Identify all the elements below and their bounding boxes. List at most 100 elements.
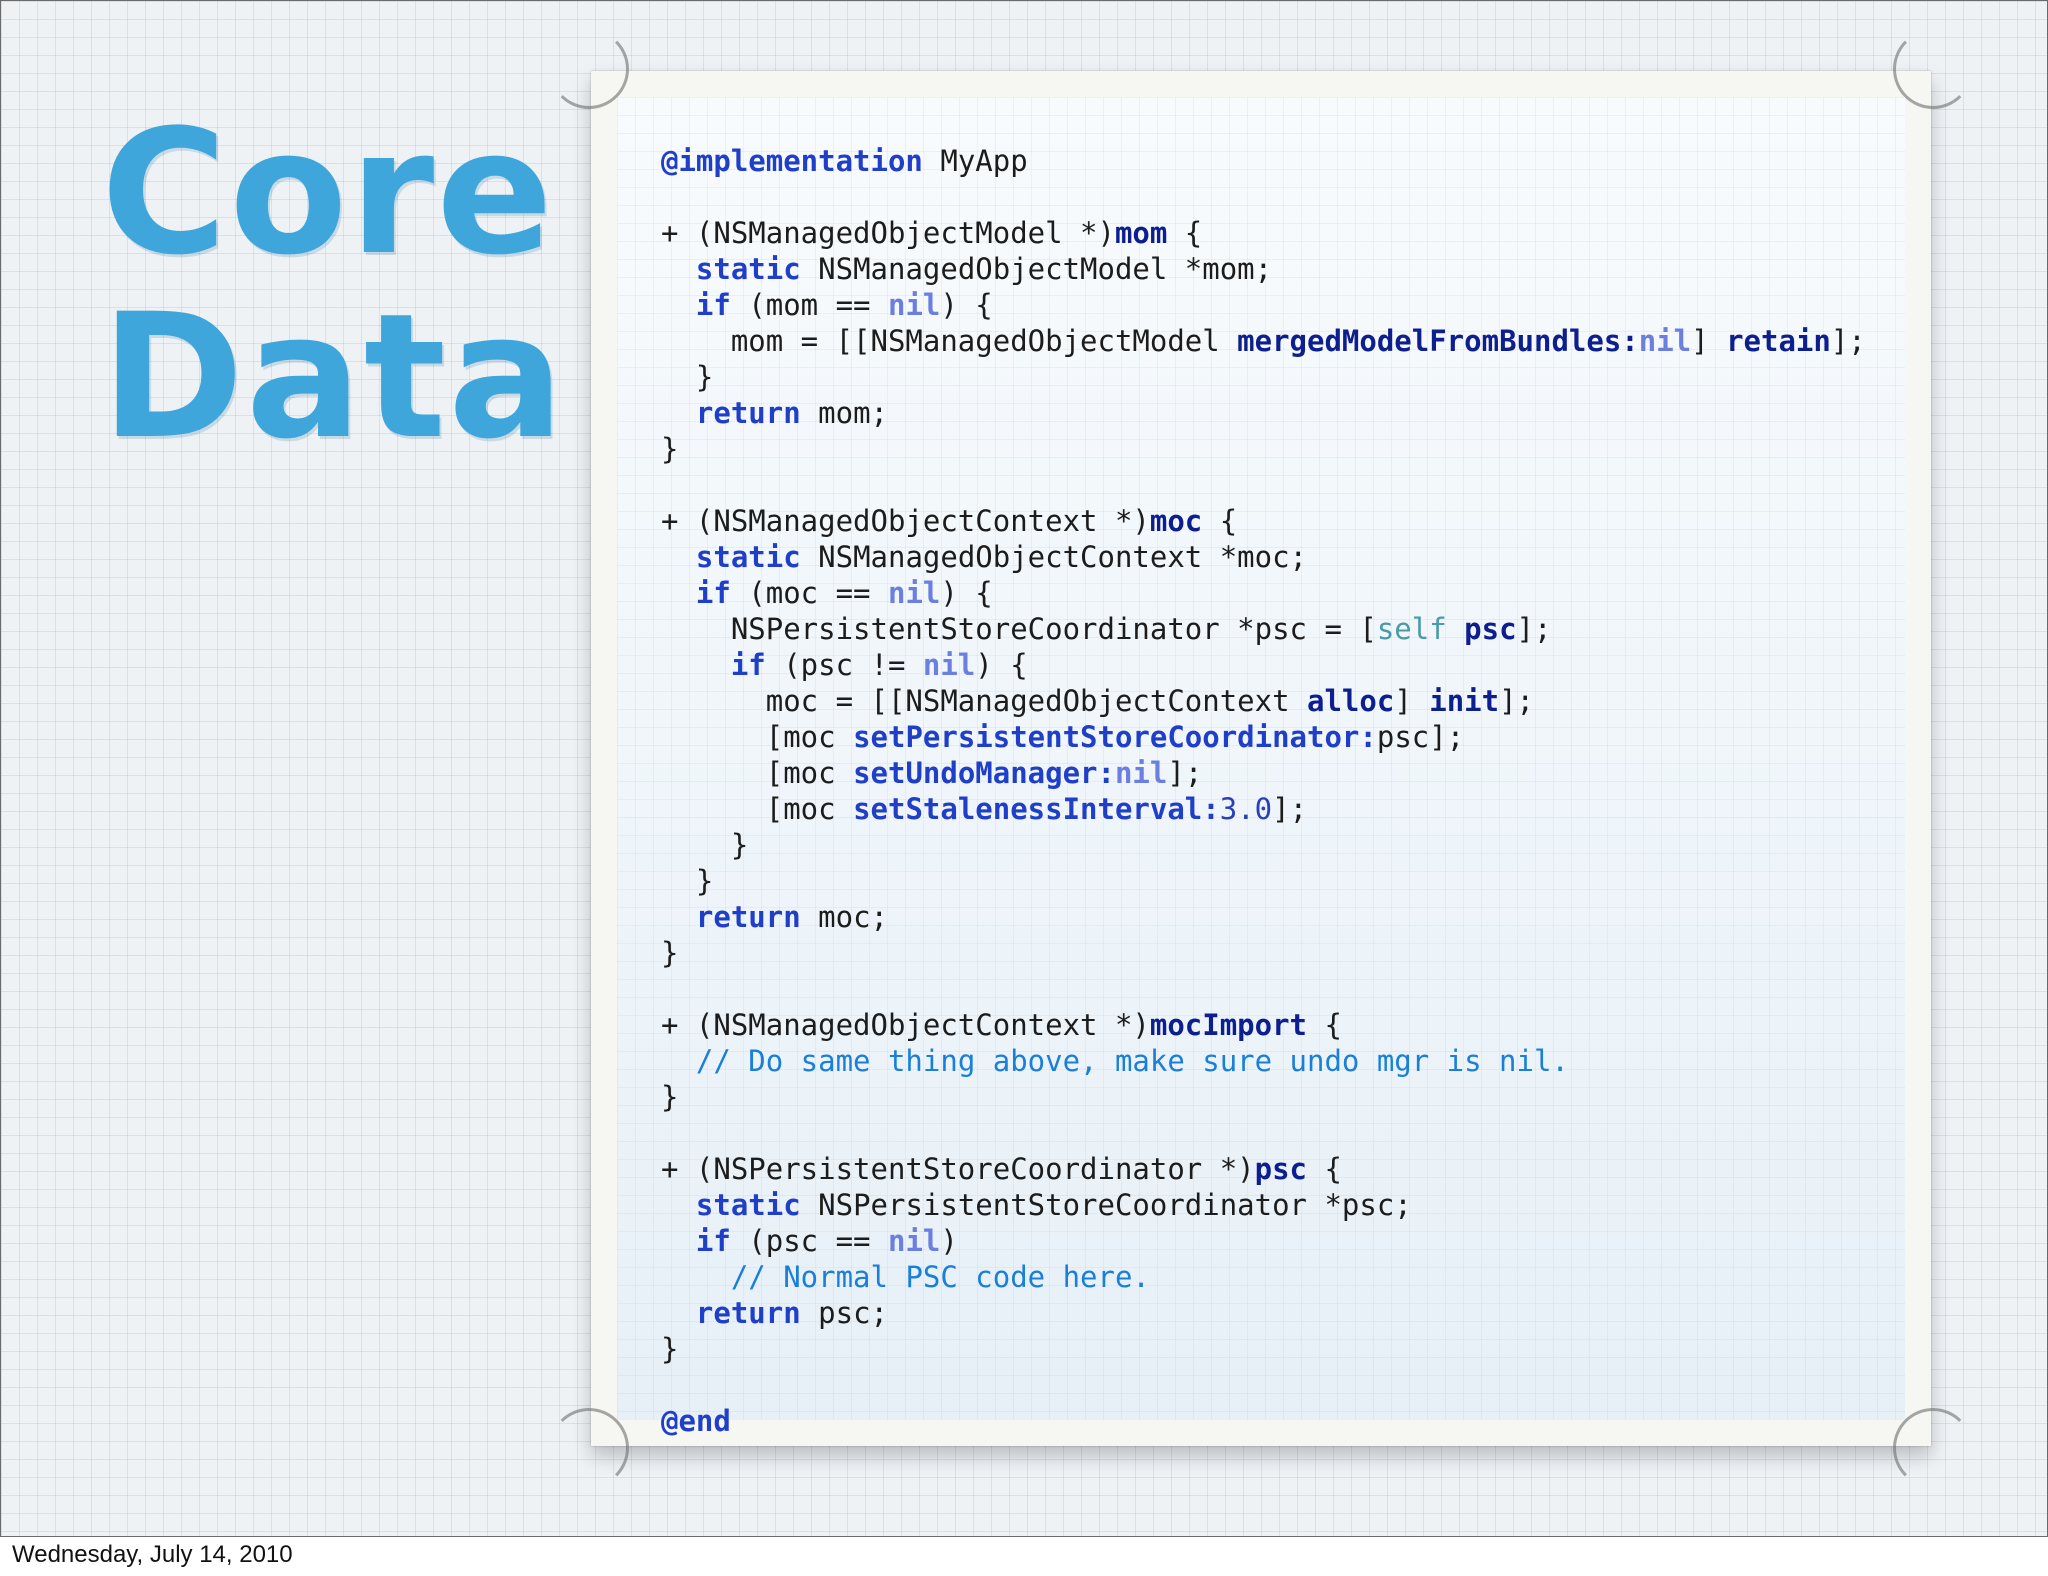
code-token: static [695,1188,801,1222]
code-line: moc = [[NSManagedObjectContext alloc] in… [661,683,1866,719]
code-line: } [661,359,1866,395]
code-token: { [1307,1152,1342,1186]
code-token: { [1202,504,1238,538]
code-paper: @implementation MyApp + (NSManagedObjectM… [617,97,1905,1438]
code-frame: @implementation MyApp + (NSManagedObjectM… [549,29,1973,1488]
code-token: nil [922,648,976,682]
slide: Core Data @implementation MyApp + (NSMana… [0,0,2048,1537]
title-line-2: Data [101,276,567,477]
code-token: mom [1114,216,1168,250]
code-token: nil [1638,324,1692,358]
code-token: setStalenessInterval: [853,792,1220,826]
code-token: alloc [1307,684,1395,718]
code-token: ) { [975,648,1028,682]
code-line: } [661,431,1866,467]
code-line: } [661,1331,1866,1367]
code-token: static [695,540,801,574]
code-token: ]; [1516,612,1552,646]
code-token: 3.0 [1219,792,1273,826]
code-line: NSPersistentStoreCoordinator *psc = [sel… [661,611,1866,647]
code-line: return mom; [661,395,1866,431]
code-token: if [695,288,731,322]
code-token: } [661,360,714,394]
code-token: return [695,900,801,934]
code-token: } [661,432,679,466]
code-token: ]; [1272,792,1308,826]
code-token: + (NSManagedObjectModel *) [661,216,1115,250]
code-token: ] [1394,684,1430,718]
code-token: nil [1114,756,1168,790]
code-token: return [695,396,801,430]
code-token: if [730,648,766,682]
code-token: } [661,1080,679,1114]
code-token: (mom == [730,288,888,322]
code-line: + (NSManagedObjectContext *)mocImport { [661,1007,1866,1043]
code-token: ]; [1167,756,1203,790]
code-token: { [1307,1008,1342,1042]
frame-corner-bottom-left [549,1408,629,1488]
code-token: mom; [800,396,888,430]
code-token: nil [887,576,941,610]
code-token: // Do same thing above, make sure undo m… [695,1044,1569,1078]
code-token: { [1167,216,1203,250]
frame-corner-top-right [1893,29,1973,109]
code-token: moc = [[NSManagedObjectContext [661,684,1308,718]
code-token: ) { [940,288,993,322]
code-token: NSPersistentStoreCoordinator *psc; [800,1188,1412,1222]
code-line: static NSManagedObjectModel *mom; [661,251,1866,287]
code-token: setUndoManager: [853,756,1115,790]
code-line: static NSPersistentStoreCoordinator *psc… [661,1187,1866,1223]
code-line: if (psc == nil) [661,1223,1866,1259]
code-token: ) { [940,576,993,610]
code-line: + (NSPersistentStoreCoordinator *)psc { [661,1151,1866,1187]
slide-title: Core Data [101,101,566,469]
code-token: ) [940,1224,958,1258]
code-token: (psc != [765,648,923,682]
code-line: [moc setStalenessInterval:3.0]; [661,791,1866,827]
code-token: } [661,936,679,970]
code-token: ] [1691,324,1727,358]
code-line: + (NSManagedObjectModel *)mom { [661,215,1866,251]
code-token: NSManagedObjectContext *moc; [800,540,1308,574]
code-token: return [695,1296,801,1330]
code-token: mocImport [1149,1008,1308,1042]
code-line: } [661,1079,1866,1115]
code-line: static NSManagedObjectContext *moc; [661,539,1866,575]
code-line: @end [661,1403,1866,1439]
code-token: + (NSManagedObjectContext *) [661,504,1150,538]
code-token: mom = [[NSManagedObjectModel [661,324,1238,358]
code-token: @implementation [661,144,923,178]
code-token: setPersistentStoreCoordinator: [853,720,1377,754]
code-line: if (mom == nil) { [661,287,1866,323]
code-token: static [695,252,801,286]
code-token: psc; [800,1296,888,1330]
code-line: if (psc != nil) { [661,647,1866,683]
code-token: // Normal PSC code here. [730,1260,1150,1294]
code-token: @end [661,1404,731,1438]
code-line: return psc; [661,1295,1866,1331]
code-line: } [661,827,1866,863]
code-line: [moc setUndoManager:nil]; [661,755,1866,791]
code-token: } [661,828,749,862]
code-line: @implementation MyApp [661,143,1866,179]
code-token: } [661,864,714,898]
code-token: ]; [1499,684,1535,718]
code-token: nil [887,288,941,322]
code-line: // Normal PSC code here. [661,1259,1866,1295]
